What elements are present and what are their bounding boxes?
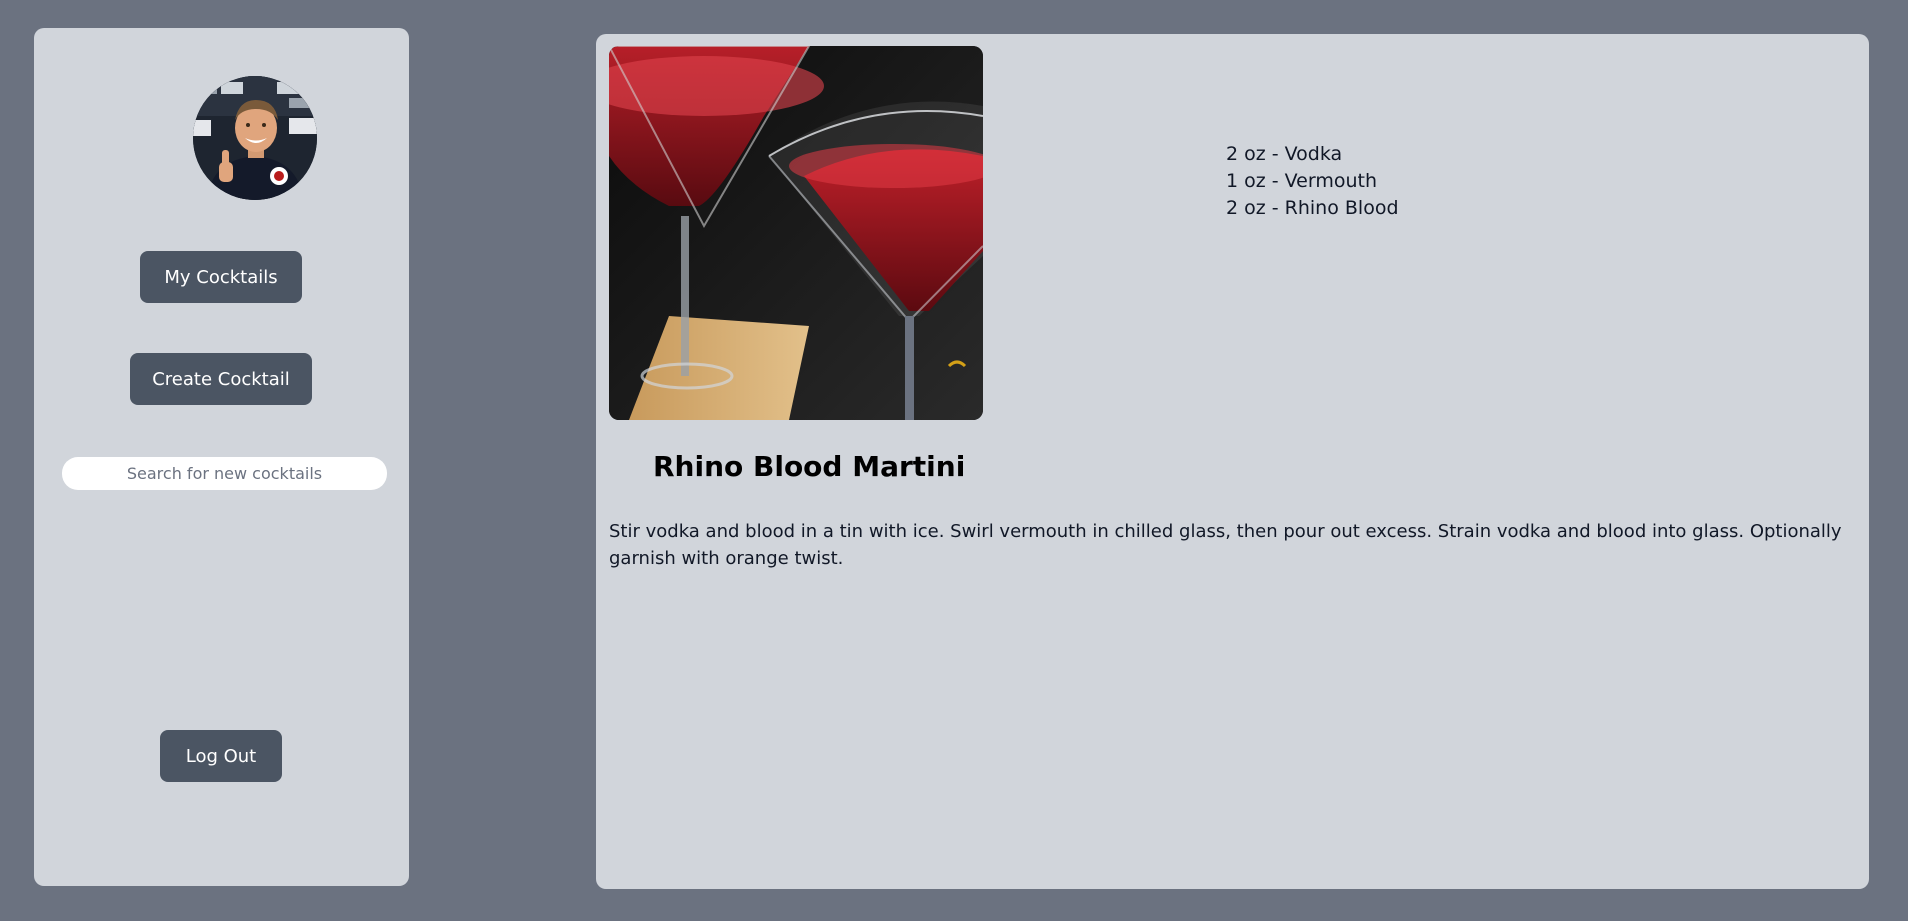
create-cocktail-button[interactable]: Create Cocktail: [130, 353, 312, 405]
ingredient-item: 2 oz - Rhino Blood: [1226, 197, 1399, 219]
ingredient-item: 2 oz - Vodka: [1226, 143, 1343, 165]
cocktail-image: [609, 46, 983, 420]
search-input[interactable]: [62, 457, 387, 490]
sidebar: My Cocktails Create Cocktail Log Out: [34, 28, 409, 886]
avatar[interactable]: [193, 76, 317, 200]
cocktail-instructions: Stir vodka and blood in a tin with ice. …: [609, 521, 1842, 569]
my-cocktails-button[interactable]: My Cocktails: [140, 251, 302, 303]
cocktail-detail-panel: 2 oz - Vodka 1 oz - Vermouth 2 oz - Rhin…: [596, 34, 1869, 889]
cocktail-image-art: [609, 46, 983, 420]
ingredients-list: 2 oz - Vodka 1 oz - Vermouth 2 oz - Rhin…: [1226, 141, 1399, 222]
avatar-photo: [193, 76, 317, 200]
log-out-button[interactable]: Log Out: [160, 730, 282, 782]
cocktail-title: Rhino Blood Martini: [653, 450, 966, 483]
ingredient-item: 1 oz - Vermouth: [1226, 170, 1378, 192]
